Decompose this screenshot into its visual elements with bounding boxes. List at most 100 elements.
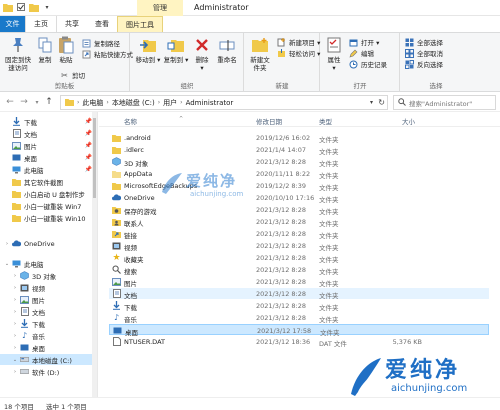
chevron-right-icon[interactable]: › [12, 285, 18, 291]
sidebar-item-folder[interactable]: 小白启动 U 盘制作步 [0, 188, 97, 199]
file-icon [112, 337, 121, 346]
sidebar-item-pictures[interactable]: › 图片 [0, 294, 97, 305]
file-name: .idlerc [124, 146, 144, 154]
sidebar-item-pictures-pinned[interactable]: 图片 📌 [0, 140, 97, 151]
paste-button[interactable]: 粘贴 [57, 36, 75, 64]
new-folder-button[interactable]: 新建文件夹 [247, 36, 273, 72]
chevron-down-icon[interactable]: ⌄ [12, 357, 18, 363]
sidebar-scrollbar[interactable] [92, 112, 97, 397]
cut-button[interactable]: ✂ 剪切 [60, 70, 85, 81]
new-folder-quick-icon[interactable] [29, 2, 39, 12]
chevron-right-icon[interactable]: › [12, 345, 18, 351]
back-arrow-icon[interactable]: ← [4, 96, 16, 108]
pin-quick-access-button[interactable]: 固定到快速访问 [2, 36, 34, 72]
file-row[interactable]: 视频 2021/3/12 8:28 文件夹 [109, 240, 489, 252]
file-row[interactable]: 搜索 2021/3/12 8:28 文件夹 [109, 264, 489, 276]
address-bar[interactable]: › 此电脑 › 本地磁盘 (C:) › 用户 › Administrator ▾… [60, 95, 388, 110]
file-name: 联系人 [124, 220, 144, 228]
properties-button[interactable]: 属性 ▾ [325, 36, 343, 72]
address-dropdown-icon[interactable]: ▾ [370, 99, 373, 106]
sidebar-item-music[interactable]: › ♪ 音乐 [0, 330, 97, 341]
rename-button[interactable]: 重命名 [215, 36, 239, 64]
tab-share[interactable]: 共享 [57, 16, 87, 32]
sidebar-item-onedrive[interactable]: › OneDrive [0, 238, 97, 249]
select-none-button[interactable]: 全部取消 [405, 48, 443, 58]
easy-access-button[interactable]: 轻松访问 ▾ [277, 48, 320, 58]
sidebar-item-documents[interactable]: › 文档 [0, 306, 97, 317]
file-row[interactable]: .android 2019/12/6 16:02 文件夹 [109, 132, 489, 144]
file-row[interactable]: ★ 收藏夹 2021/3/12 8:28 文件夹 [109, 252, 489, 265]
tab-view[interactable]: 查看 [87, 16, 117, 32]
chevron-right-icon[interactable]: › [12, 321, 18, 327]
sidebar-item-folder[interactable]: 其它软件截图 [0, 176, 97, 187]
file-row[interactable]: 下载 2021/3/12 8:28 文件夹 [109, 300, 489, 312]
sidebar-item-this-pc[interactable]: ⌄ 此电脑 [0, 258, 97, 269]
delete-button[interactable]: 删除 ▾ [193, 36, 211, 72]
checkbox-icon[interactable] [16, 2, 26, 12]
file-type: 文件夹 [319, 136, 339, 144]
sidebar-item-downloads-pinned[interactable]: 下载 📌 [0, 116, 97, 127]
breadcrumb-separator-icon: › [106, 99, 109, 106]
quick-access-dropdown-icon[interactable]: ▾ [42, 2, 52, 12]
breadcrumb-users[interactable]: 用户 [163, 98, 177, 108]
file-row-selected[interactable]: 桌面 2021/3/12 17:58 文件夹 [109, 324, 489, 337]
paste-shortcut-button[interactable]: 粘贴快捷方式 [82, 49, 133, 59]
breadcrumb-this-pc[interactable]: 此电脑 [82, 98, 103, 108]
file-row[interactable]: NTUSER.DAT 2021/3/12 18:36 DAT 文件 5,376 … [109, 336, 489, 348]
file-row[interactable]: .idlerc 2021/1/4 14:07 文件夹 [109, 144, 489, 156]
column-type[interactable]: 类型 [319, 116, 332, 126]
file-row[interactable]: 文档 2021/3/12 8:28 文件夹 [109, 288, 489, 300]
chevron-down-icon[interactable]: ⌄ [4, 261, 10, 267]
breadcrumb-local-disk[interactable]: 本地磁盘 (C:) [112, 98, 155, 108]
column-size[interactable]: 大小 [402, 116, 415, 126]
file-type: 文件夹 [319, 208, 339, 216]
move-to-button[interactable]: 移动到 ▾ [135, 36, 161, 64]
sidebar-item-software-d[interactable]: › 软件 (D:) [0, 366, 97, 377]
copy-to-button[interactable]: 复制到 ▾ [163, 36, 189, 64]
scrollbar-thumb[interactable] [93, 118, 96, 198]
file-row[interactable]: 链接 2021/3/12 8:28 文件夹 [109, 228, 489, 240]
file-date: 2021/3/12 8:28 [256, 158, 306, 166]
sidebar-item-downloads[interactable]: › 下载 [0, 318, 97, 329]
chevron-right-icon[interactable]: › [12, 369, 18, 375]
column-name[interactable]: 名称 [124, 116, 137, 126]
chevron-right-icon[interactable]: › [4, 241, 10, 247]
search-input[interactable]: 搜索"Administrator" [393, 95, 496, 110]
open-button[interactable]: 打开 ▾ [349, 37, 379, 47]
forward-arrow-icon[interactable]: → [18, 96, 30, 108]
chevron-right-icon[interactable]: › [12, 333, 18, 339]
document-icon [12, 129, 21, 138]
cube-icon [20, 271, 29, 280]
sidebar-item-desktop-pinned[interactable]: 桌面 📌 [0, 152, 97, 163]
edit-button[interactable]: 编辑 [349, 48, 374, 58]
new-item-button[interactable]: 新建项目 ▾ [277, 37, 320, 47]
tab-picture-tools[interactable]: 图片工具 [117, 16, 163, 32]
file-row[interactable]: ♪ 音乐 2021/3/12 8:28 文件夹 [109, 312, 489, 324]
recent-dropdown-icon[interactable]: ▾ [31, 96, 43, 108]
chevron-right-icon[interactable]: › [12, 309, 18, 315]
invert-selection-button[interactable]: 反向选择 [405, 59, 443, 69]
sidebar-item-folder[interactable]: 小白一键重装 Win7 [0, 200, 97, 211]
refresh-icon[interactable]: ↻ [378, 98, 385, 107]
file-type: 文件夹 [319, 292, 339, 300]
copy-path-button[interactable]: 复制路径 [82, 38, 120, 48]
up-arrow-icon[interactable]: ↑ [43, 96, 55, 108]
sidebar-item-local-disk-c[interactable]: ⌄ 本地磁盘 (C:) [0, 354, 97, 365]
sidebar-item-documents-pinned[interactable]: 文档 📌 [0, 128, 97, 139]
sidebar-item-videos[interactable]: › 视频 [0, 282, 97, 293]
chevron-right-icon[interactable]: › [12, 297, 18, 303]
sidebar-item-folder[interactable]: 小白一键重装 Win10 [0, 212, 97, 223]
file-row[interactable]: 图片 2021/3/12 8:28 文件夹 [109, 276, 489, 288]
sidebar-item-this-pc-pinned[interactable]: 此电脑 📌 [0, 164, 97, 175]
select-all-button[interactable]: 全部选择 [405, 37, 443, 47]
manage-tab[interactable]: 管理 [137, 0, 183, 16]
sidebar-item-desktop[interactable]: › 桌面 [0, 342, 97, 353]
history-button[interactable]: 历史记录 [349, 59, 387, 69]
tab-home[interactable]: 主页 [25, 16, 57, 32]
sidebar-item-3d-objects[interactable]: › 3D 对象 [0, 270, 97, 281]
column-date[interactable]: 修改日期 [256, 116, 282, 126]
chevron-right-icon[interactable]: › [12, 273, 18, 279]
copy-button[interactable]: 复制 [36, 36, 54, 64]
breadcrumb-administrator[interactable]: Administrator [186, 99, 234, 107]
tab-file[interactable]: 文件 [0, 16, 25, 32]
